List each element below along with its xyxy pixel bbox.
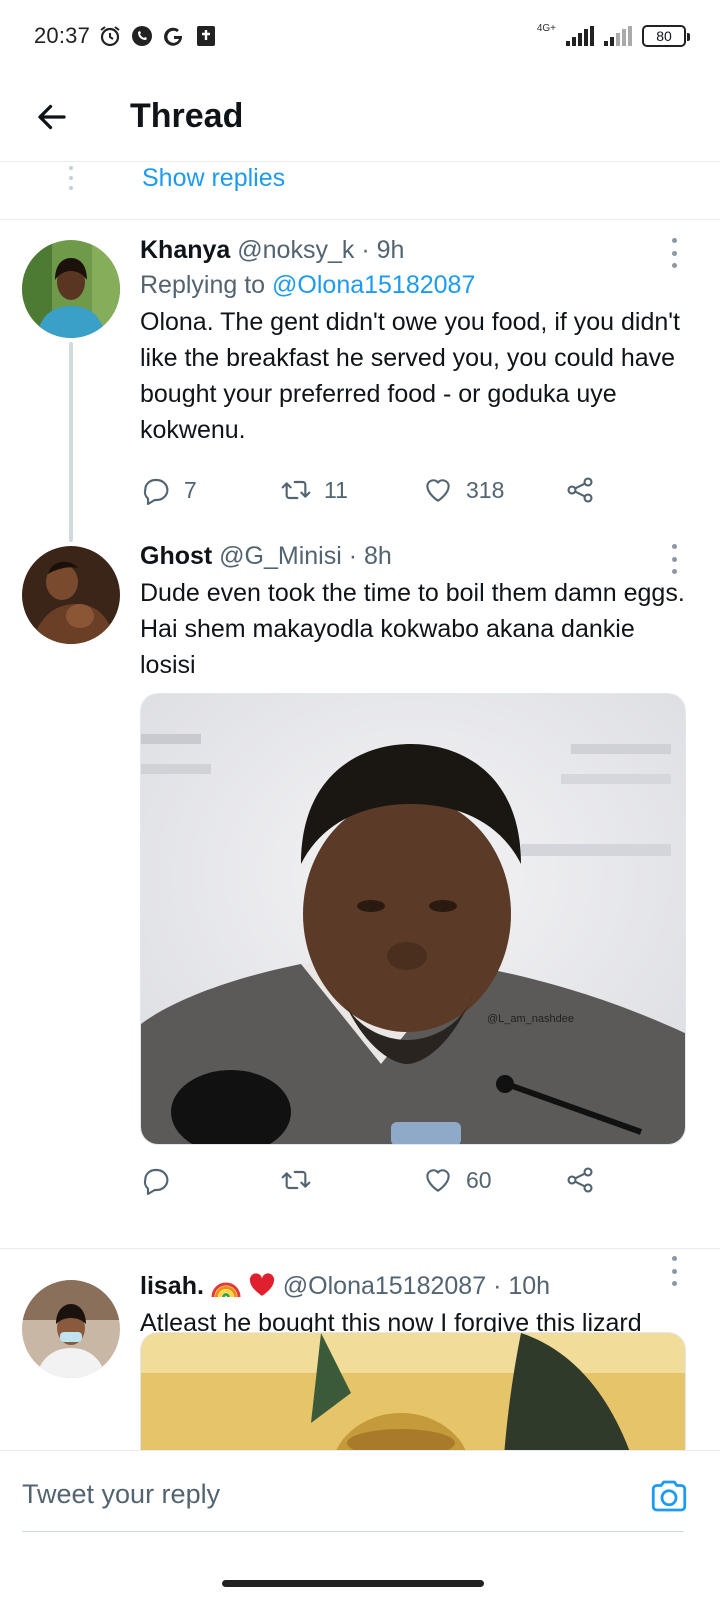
heart-emoji-icon — [248, 1272, 283, 1300]
tweet-image[interactable]: @L_am_nashdee — [140, 693, 686, 1145]
like-count: 60 — [466, 1166, 492, 1193]
tweet-time: · 9h — [361, 236, 405, 264]
display-name[interactable]: lisah. — [140, 1272, 204, 1300]
tweet-time: · 10h — [493, 1272, 551, 1300]
page-title: Thread — [130, 97, 244, 135]
signal-strength-icon — [566, 26, 594, 46]
tweet-text: Dude even took the time to boil them dam… — [140, 579, 685, 679]
like-button[interactable]: 60 — [422, 1160, 492, 1200]
share-button[interactable] — [564, 470, 596, 510]
share-icon — [567, 1167, 593, 1193]
camera-icon — [651, 1480, 687, 1512]
tweet-text: Olona. The gent didn't owe you food, if … — [140, 308, 681, 444]
reply-composer-bar: Tweet your reply — [0, 1450, 720, 1540]
rainbow-emoji-icon — [211, 1272, 248, 1300]
more-options-button[interactable] — [662, 544, 686, 574]
retweet-icon — [281, 1170, 311, 1190]
home-indicator[interactable] — [222, 1580, 484, 1587]
battery-level: 80 — [656, 28, 672, 44]
more-options-button[interactable] — [662, 238, 686, 268]
thread-connector-line — [69, 342, 73, 542]
replying-to-prefix: Replying to — [140, 271, 266, 299]
reply-button[interactable]: 7 — [140, 470, 197, 510]
whatsapp-icon — [130, 24, 154, 48]
google-icon — [162, 24, 186, 48]
retweet-button[interactable] — [280, 1160, 312, 1200]
tweet-actions: 7 11 318 — [140, 470, 610, 510]
alarm-icon — [98, 24, 122, 48]
reply-input[interactable]: Tweet your reply — [22, 1479, 220, 1510]
tweet-divider — [0, 1248, 720, 1249]
display-name[interactable]: Khanya — [140, 236, 230, 264]
reply-count: 7 — [184, 476, 197, 503]
tweet-image[interactable] — [140, 1332, 686, 1450]
tweet-meta: Ghost @G_Minisi · 8h — [140, 542, 690, 571]
heart-icon — [426, 479, 450, 502]
status-time: 20:37 — [34, 23, 91, 48]
heart-icon — [426, 1169, 450, 1192]
arrow-left-icon — [38, 104, 66, 129]
top-app-bar: Thread — [0, 72, 720, 162]
replying-to: Replying to @Olona15182087 — [140, 271, 690, 300]
tweet-meta: lisah. @Olona15182087 · 10h — [140, 1272, 690, 1301]
reply-icon — [143, 1168, 169, 1196]
network-type-label: 4G+ — [536, 22, 556, 34]
user-handle[interactable]: @G_Minisi — [219, 542, 342, 570]
user-handle[interactable]: @Olona15182087 — [283, 1272, 486, 1300]
thread-gap-dots-icon — [68, 166, 74, 190]
battery-icon: 80 — [642, 25, 690, 47]
avatar[interactable] — [22, 546, 120, 644]
tweet-actions: 60 — [140, 1160, 610, 1200]
tweet[interactable]: lisah. @Olona15182087 · 10h Atleast he b… — [0, 1250, 720, 1450]
image-watermark: @L_am_nashdee — [487, 1013, 574, 1025]
tweet-meta: Khanya @noksy_k · 9h — [140, 236, 690, 265]
tweet-time: · 8h — [348, 542, 392, 570]
show-replies-row: Show replies — [0, 162, 720, 220]
camera-button[interactable] — [648, 1475, 690, 1517]
retweet-count: 11 — [324, 476, 348, 503]
avatar[interactable] — [22, 240, 120, 338]
more-options-button[interactable] — [662, 1256, 686, 1286]
replying-to-handle[interactable]: @Olona15182087 — [272, 271, 475, 299]
like-count: 318 — [466, 476, 505, 503]
back-button[interactable] — [22, 87, 82, 147]
reply-button[interactable] — [140, 1160, 172, 1200]
display-name[interactable]: Ghost — [140, 542, 212, 570]
reply-icon — [143, 478, 169, 506]
avatar[interactable] — [22, 1280, 120, 1378]
tweet[interactable]: Ghost @G_Minisi · 8h Dude even took the … — [0, 540, 720, 1225]
like-button[interactable]: 318 — [422, 470, 504, 510]
tweet[interactable]: Khanya @noksy_k · 9h Replying to @Olona1… — [0, 220, 720, 542]
share-button[interactable] — [564, 1160, 596, 1200]
signal-strength-secondary-icon — [604, 26, 632, 46]
retweet-button[interactable]: 11 — [280, 470, 348, 510]
share-icon — [567, 477, 593, 503]
user-handle[interactable]: @noksy_k — [237, 236, 354, 264]
show-replies-link[interactable]: Show replies — [142, 164, 285, 193]
status-bar: 20:37 4G+ 80 — [0, 0, 720, 72]
reply-input-underline — [22, 1531, 684, 1532]
bible-app-icon — [194, 24, 218, 48]
retweet-icon — [281, 480, 311, 500]
